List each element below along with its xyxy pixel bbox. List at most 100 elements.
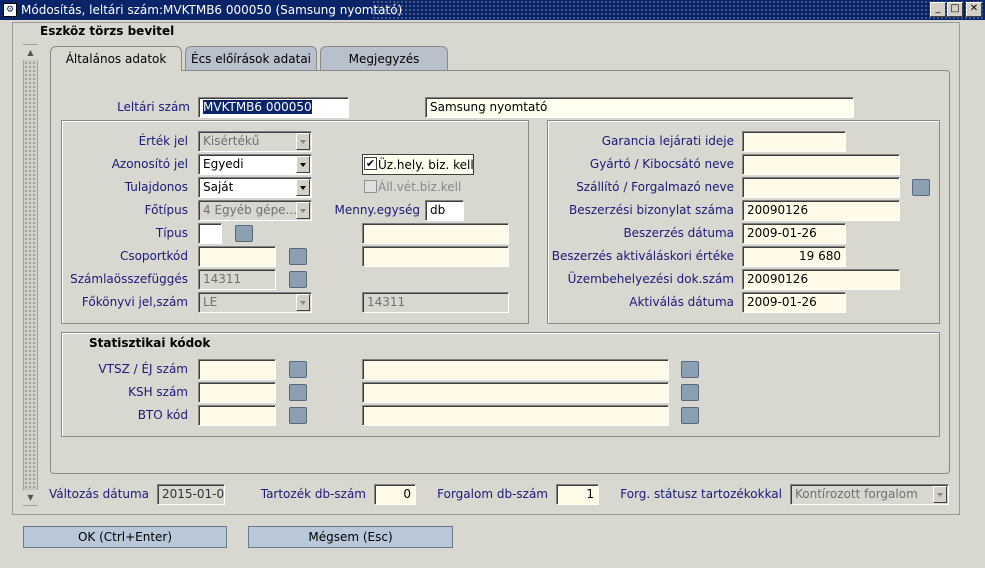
chevron-down-icon[interactable] xyxy=(296,294,310,311)
tipus-name-field[interactable] xyxy=(362,223,509,244)
azonosito-jel-select[interactable]: Egyedi xyxy=(198,154,312,175)
fokonyvi-szam-field: 14311 xyxy=(362,292,509,313)
gyarto-field[interactable] xyxy=(742,154,900,175)
fokonyvi-label: Főkönyvi jel,szám xyxy=(81,295,188,309)
chevron-down-icon[interactable] xyxy=(933,486,947,503)
szallito-label: Szállító / Forgalmazó neve xyxy=(576,180,734,194)
csoportkod-label: Csoportkód xyxy=(119,249,188,263)
section-title: Eszköz törzs bevitel xyxy=(40,24,175,38)
close-icon[interactable]: ✕ xyxy=(966,2,982,17)
garancia-field[interactable] xyxy=(742,131,846,152)
csoportkod-lov-button[interactable] xyxy=(289,248,307,265)
window-title: Módosítás, leltári szám:MVKTMB6 000050 (… xyxy=(21,3,403,17)
leltari-szam-field[interactable]: MVKTMB6 000050 xyxy=(198,97,349,118)
tab-altalanos-adatok[interactable]: Általános adatok xyxy=(50,46,182,71)
valtozas-label: Változás dátuma xyxy=(48,487,149,501)
app-icon: ⚙ xyxy=(3,3,17,17)
vtsz-name-lov-button[interactable] xyxy=(681,361,699,378)
ksh-name-field[interactable] xyxy=(362,382,669,403)
minimize-icon[interactable]: _ xyxy=(930,2,946,17)
bto-name-field[interactable] xyxy=(362,405,669,426)
menny-egyseg-label: Menny.egység xyxy=(334,203,420,217)
besz-datum-label: Beszerzés dátuma xyxy=(623,226,734,240)
uzembe-field[interactable]: 20090126 xyxy=(742,269,900,290)
bto-field[interactable] xyxy=(198,405,276,426)
tipus-lov-button[interactable] xyxy=(235,225,253,242)
stat-group-title: Statisztikai kódok xyxy=(89,336,211,350)
forgalom-label: Forgalom db-szám xyxy=(437,487,548,501)
menny-egyseg-field[interactable]: db xyxy=(425,200,464,221)
ksh-field[interactable] xyxy=(198,382,276,403)
aktival-ertek-field[interactable]: 19 680 xyxy=(742,246,846,267)
bto-label: BTO kód xyxy=(137,408,188,422)
megnevezes-field[interactable]: Samsung nyomtató xyxy=(425,97,854,118)
ksh-lov-button[interactable] xyxy=(289,384,307,401)
scroll-thumb[interactable] xyxy=(24,61,37,488)
tulajdonos-label: Tulajdonos xyxy=(124,180,188,194)
forg-status-value: Kontírozott forgalom xyxy=(795,487,918,501)
cancel-button[interactable]: Mégsem (Esc) xyxy=(248,526,453,548)
chevron-down-icon[interactable] xyxy=(296,133,310,150)
csoportkod-field[interactable] xyxy=(198,246,276,267)
szamla-field: 14311 xyxy=(198,269,276,290)
chevron-down-icon[interactable] xyxy=(296,156,310,173)
szallito-lov-button[interactable] xyxy=(912,179,930,196)
scroll-down-icon[interactable]: ▼ xyxy=(23,490,38,505)
vtsz-lov-button[interactable] xyxy=(289,361,307,378)
vtsz-field[interactable] xyxy=(198,359,276,380)
chevron-down-icon[interactable] xyxy=(296,179,310,196)
szallito-field[interactable] xyxy=(742,177,900,198)
ksh-name-lov-button[interactable] xyxy=(681,384,699,401)
azonosito-jel-value: Egyedi xyxy=(203,157,244,171)
leltari-szam-value: MVKTMB6 000050 xyxy=(203,100,312,114)
vtsz-label: VTSZ / ÉJ szám xyxy=(98,362,188,376)
valtozas-field: 2015-01-01 xyxy=(157,484,225,505)
ksh-label: KSH szám xyxy=(128,385,188,399)
title-bar: ⚙ Módosítás, leltári szám:MVKTMB6 000050… xyxy=(0,0,985,20)
azonosito-jel-label: Azonosító jel xyxy=(111,157,188,171)
besz-datum-field[interactable]: 2009-01-26 xyxy=(742,223,846,244)
fokonyvi-jel-select[interactable]: LE xyxy=(198,292,312,313)
biz-szam-field[interactable]: 20090126 xyxy=(742,200,900,221)
csoportkod-name-field[interactable] xyxy=(362,246,509,267)
tab-ecs-eloirasok[interactable]: Écs előírások adatai xyxy=(185,46,317,70)
all-vet-label: Áll.vét.biz.kell xyxy=(378,180,462,194)
forg-status-select[interactable]: Kontírozott forgalom xyxy=(790,484,949,505)
aktival-datum-field[interactable]: 2009-01-26 xyxy=(742,292,846,313)
szamla-lov-button[interactable] xyxy=(289,271,307,288)
ertek-jel-select[interactable]: Kisértékű xyxy=(198,131,312,152)
uz-hely-checkbox-box[interactable]: ✔ xyxy=(364,157,377,170)
tartozek-field[interactable]: 0 xyxy=(374,484,416,505)
bto-lov-button[interactable] xyxy=(289,407,307,424)
szamla-label: Számlaösszefüggés xyxy=(70,272,188,286)
fotipus-value: 4 Egyéb gépe... xyxy=(203,203,298,217)
fotipus-select[interactable]: 4 Egyéb gépe... xyxy=(198,200,312,221)
all-vet-checkbox[interactable] xyxy=(364,180,377,193)
uz-hely-label: Üz.hely. biz. kell xyxy=(378,158,474,172)
garancia-label: Garancia lejárati ideje xyxy=(601,134,734,148)
scroll-up-icon[interactable]: ▲ xyxy=(23,45,38,60)
aktival-datum-label: Aktiválás dátuma xyxy=(629,295,734,309)
forgalom-field[interactable]: 1 xyxy=(556,484,599,505)
tulajdonos-value: Saját xyxy=(203,180,234,194)
tab-megjegyzes[interactable]: Megjegyzés xyxy=(320,46,448,70)
maximize-icon[interactable]: □ xyxy=(947,2,963,17)
ertek-jel-value: Kisértékű xyxy=(203,134,260,148)
tipus-label: Típus xyxy=(155,226,188,240)
fotipus-label: Főtípus xyxy=(144,203,188,217)
forg-status-label: Forg. státusz tartozékokkal xyxy=(620,487,782,501)
fokonyvi-jel-value: LE xyxy=(203,295,218,309)
aktival-ertek-label: Beszerzés aktiváláskori értéke xyxy=(551,249,734,263)
uzembe-label: Üzembehelyezési dok.szám xyxy=(567,272,734,286)
tulajdonos-select[interactable]: Saját xyxy=(198,177,312,198)
leltari-szam-label: Leltári szám xyxy=(117,100,190,114)
chevron-down-icon[interactable] xyxy=(296,202,310,219)
ok-button[interactable]: OK (Ctrl+Enter) xyxy=(23,526,227,548)
bto-name-lov-button[interactable] xyxy=(681,407,699,424)
gyarto-label: Gyártó / Kibocsátó neve xyxy=(589,157,734,171)
biz-szam-label: Beszerzési bizonylat száma xyxy=(568,203,734,217)
ertek-jel-label: Érték jel xyxy=(138,134,188,148)
vtsz-name-field[interactable] xyxy=(362,359,669,380)
tipus-field[interactable] xyxy=(198,223,222,244)
tartozek-label: Tartozék db-szám xyxy=(260,487,366,501)
